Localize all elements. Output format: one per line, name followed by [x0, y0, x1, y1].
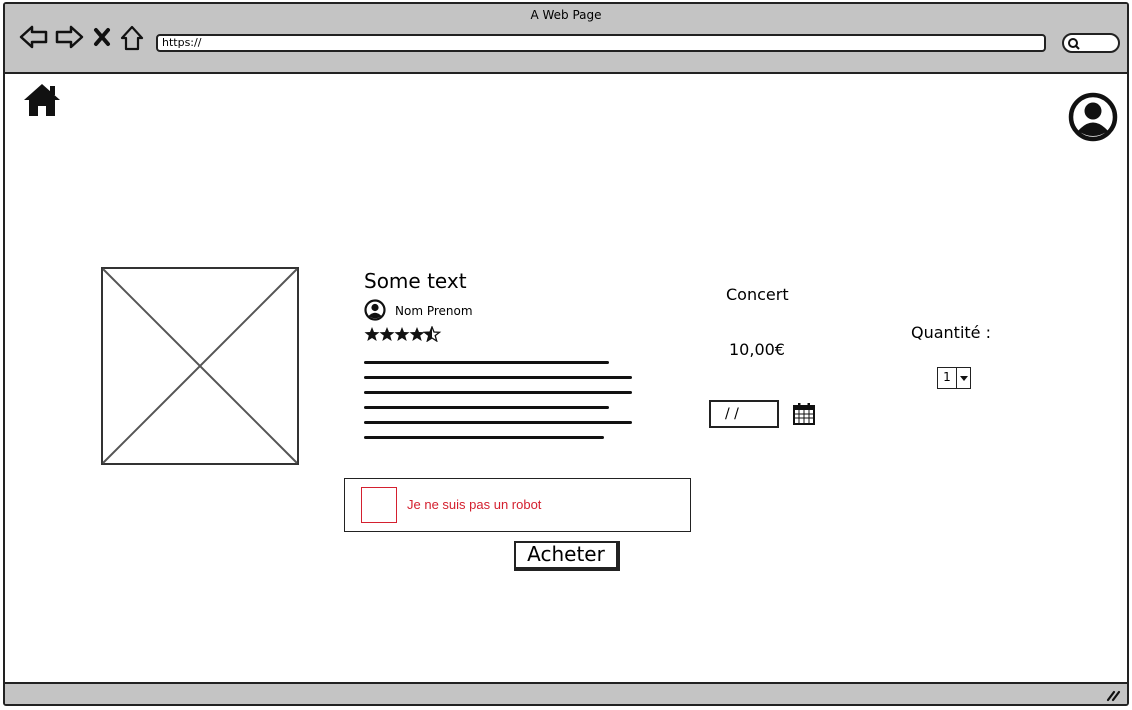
captcha-box: Je ne suis pas un robot [344, 478, 691, 532]
price-label: 10,00€ [729, 340, 785, 359]
window-title: A Web Page [530, 8, 602, 22]
buy-button[interactable]: Acheter [514, 541, 620, 571]
home-icon[interactable] [22, 82, 62, 118]
back-icon[interactable] [19, 24, 49, 50]
status-bar [5, 682, 1127, 704]
calendar-icon[interactable] [792, 402, 816, 426]
search-button[interactable] [1062, 33, 1120, 53]
browser-toolbar: A Web Page https:// [5, 4, 1127, 74]
captcha-checkbox[interactable] [361, 487, 397, 523]
resize-grip-icon[interactable] [1105, 688, 1121, 702]
home-nav-icon[interactable] [119, 24, 145, 52]
date-input[interactable]: / / [709, 400, 779, 428]
rating-stars [364, 326, 444, 346]
close-icon[interactable] [93, 27, 111, 47]
quantity-value: 1 [938, 368, 957, 388]
author-avatar-icon [364, 299, 386, 321]
user-account-icon[interactable] [1068, 92, 1118, 142]
captcha-label: Je ne suis pas un robot [407, 497, 542, 512]
quantity-select[interactable]: 1 [937, 367, 971, 389]
quantity-label: Quantité : [911, 323, 991, 342]
product-image-placeholder [101, 267, 299, 465]
browser-window: A Web Page https:// Some text Nom Prenom… [3, 2, 1129, 706]
description-text [364, 357, 634, 449]
product-title: Some text [364, 269, 467, 293]
search-icon [1068, 38, 1080, 50]
star-rating-icon [364, 326, 441, 342]
chevron-down-icon [959, 376, 968, 381]
category-label: Concert [726, 285, 789, 304]
author-name: Nom Prenom [395, 304, 473, 318]
forward-icon[interactable] [54, 24, 84, 50]
address-bar[interactable]: https:// [156, 34, 1046, 52]
